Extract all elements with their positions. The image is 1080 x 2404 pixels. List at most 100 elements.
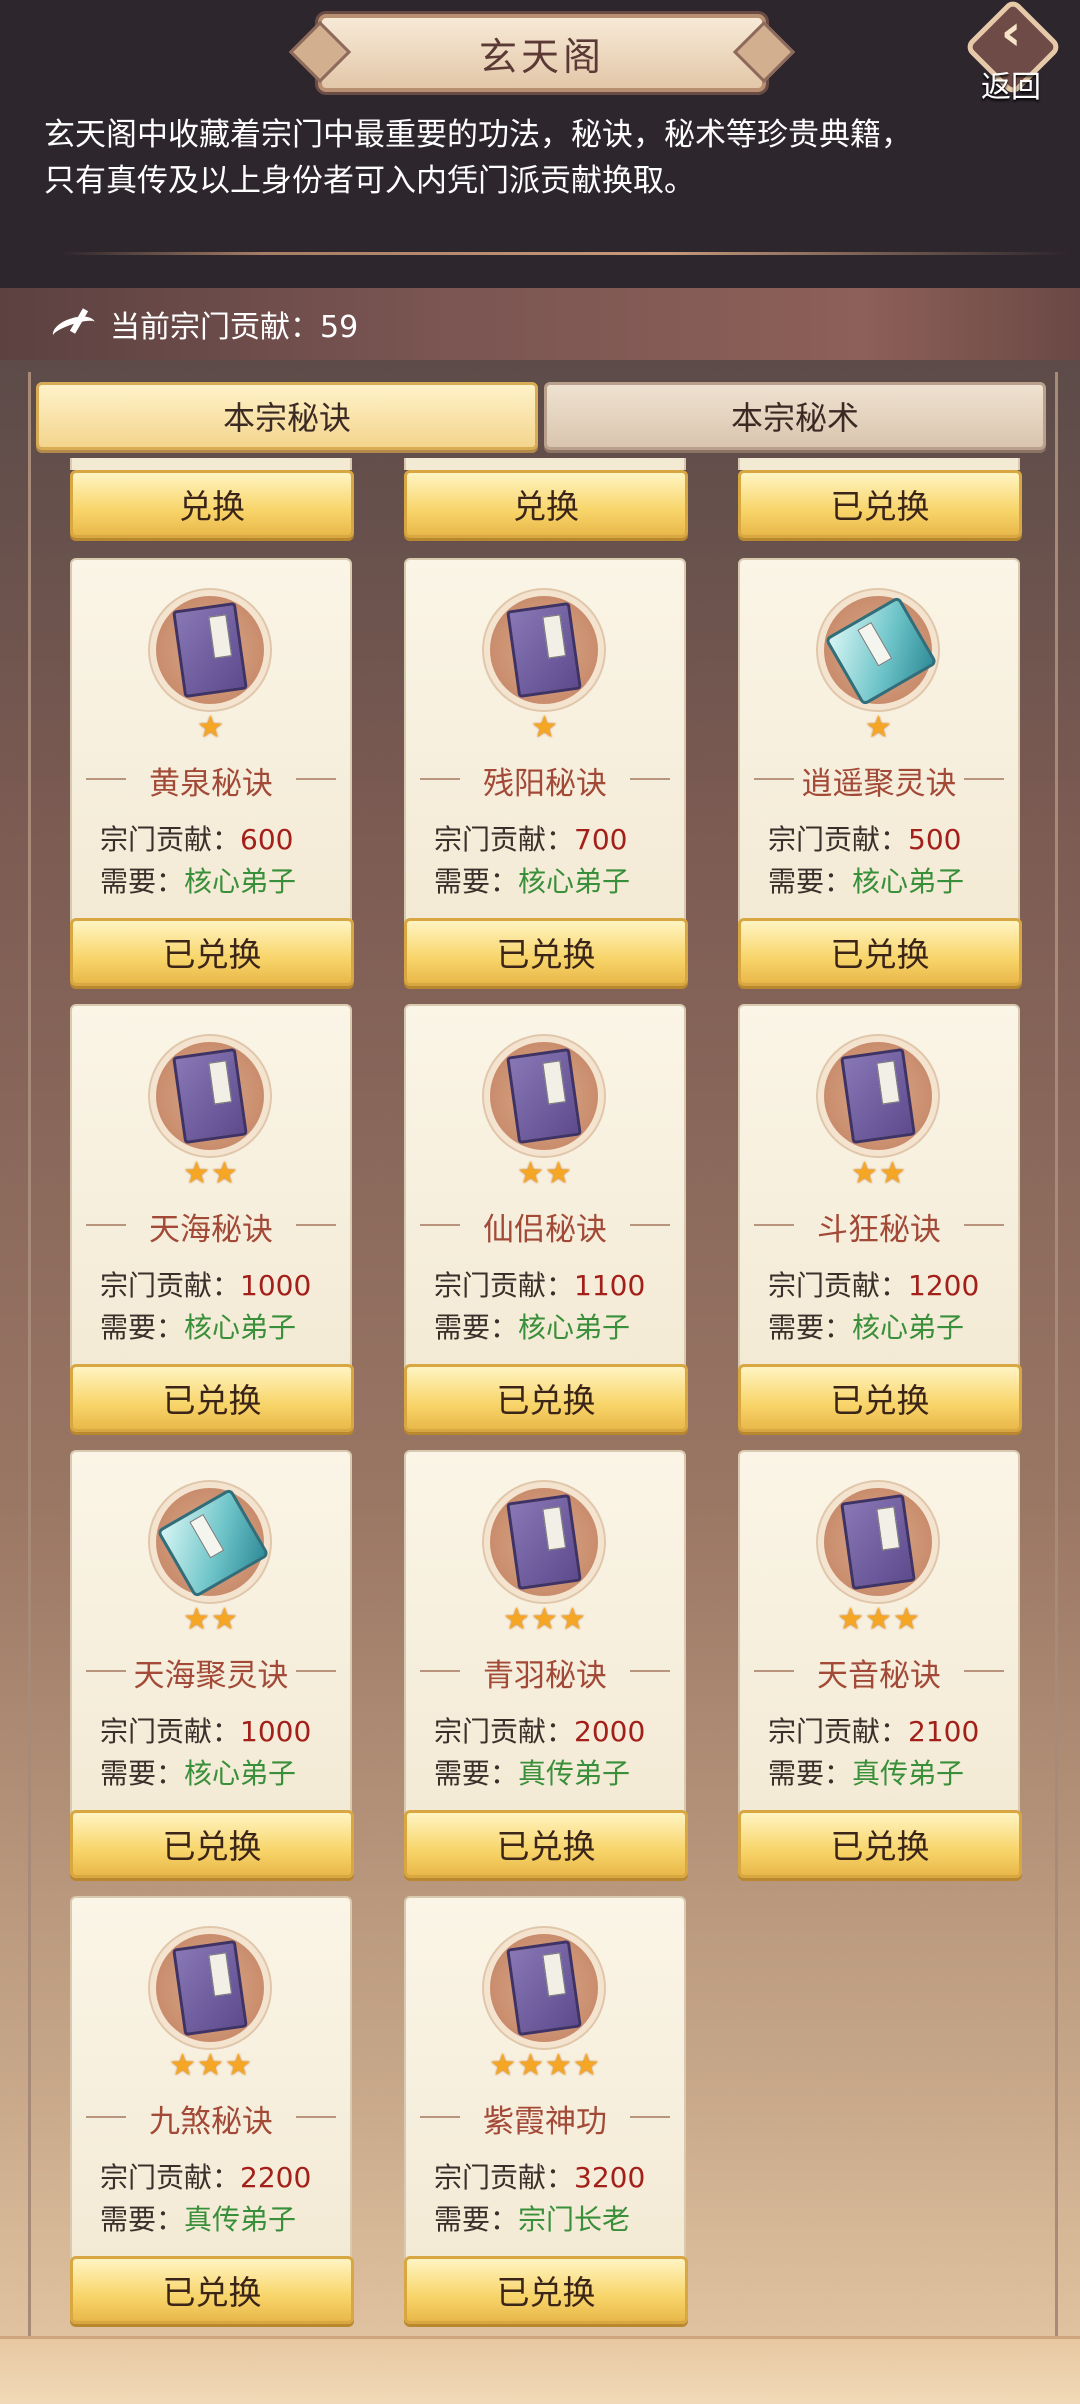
item-name: 九煞秘诀 (72, 2096, 350, 2141)
cost-label: 宗门贡献： (100, 2161, 241, 2194)
item-icon-frame (490, 1934, 598, 2042)
exchange-button[interactable]: 已兑换 (738, 1810, 1022, 1878)
item-icon-frame (156, 1934, 264, 2042)
book-icon (840, 1047, 916, 1145)
exchange-button[interactable]: 已兑换 (70, 1810, 354, 1878)
requirement-row: 需要：真传弟子 (100, 2198, 340, 2238)
item-card: ★★ 天海聚灵诀 宗门贡献：1000 需要：核心弟子 已兑换 (70, 1450, 354, 1878)
item-card: ★★ 仙侣秘诀 宗门贡献：1100 需要：核心弟子 已兑换 (404, 1004, 688, 1432)
book-icon (172, 1939, 248, 2037)
cost-row: 宗门贡献：2100 (768, 1710, 1008, 1750)
requirement-value: 宗门长老 (518, 2203, 631, 2236)
book-icon (172, 601, 248, 699)
cost-row: 宗门贡献：500 (768, 818, 1008, 858)
exchange-button[interactable]: 已兑换 (738, 1364, 1022, 1432)
cost-value: 600 (240, 823, 294, 856)
requirement-value: 核心弟子 (852, 865, 965, 898)
cost-label: 宗门贡献： (434, 1269, 575, 1302)
exchange-button[interactable]: 兑换 (70, 470, 354, 538)
cost-value: 1000 (240, 1269, 312, 1302)
item-icon-frame (490, 596, 598, 704)
requirement-label: 需要： (768, 1757, 853, 1790)
item-icon-frame (490, 1488, 598, 1596)
requirement-row: 需要：核心弟子 (768, 860, 1008, 900)
star-rating: ★★ (851, 1156, 907, 1191)
cost-row: 宗门贡献：3200 (434, 2156, 674, 2196)
cost-row: 宗门贡献：1200 (768, 1264, 1008, 1304)
cost-row: 宗门贡献：2200 (100, 2156, 340, 2196)
cost-row: 宗门贡献：1000 (100, 1710, 340, 1750)
exchange-button[interactable]: 已兑换 (404, 918, 688, 986)
requirement-value: 真传弟子 (518, 1757, 631, 1790)
requirement-label: 需要： (768, 865, 853, 898)
star-rating: ★ (865, 710, 893, 745)
cost-label: 宗门贡献： (434, 823, 575, 856)
cost-label: 宗门贡献： (434, 2161, 575, 2194)
cost-value: 2000 (574, 1715, 646, 1748)
book-icon (172, 1047, 248, 1145)
partial-card (738, 458, 1020, 470)
requirement-value: 核心弟子 (184, 865, 297, 898)
requirement-label: 需要： (434, 865, 519, 898)
partial-card (70, 458, 352, 470)
requirement-label: 需要： (434, 1757, 519, 1790)
book-icon (840, 1493, 916, 1591)
requirement-row: 需要：核心弟子 (434, 1306, 674, 1346)
exchange-button[interactable]: 已兑换 (70, 1364, 354, 1432)
back-label: 返回 (981, 70, 1041, 105)
item-name: 天海聚灵诀 (72, 1650, 350, 1695)
cost-row: 宗门贡献：700 (434, 818, 674, 858)
cost-label: 宗门贡献： (100, 1269, 241, 1302)
requirement-label: 需要： (100, 1311, 185, 1344)
cost-value: 1200 (908, 1269, 980, 1302)
item-name: 紫霞神功 (406, 2096, 684, 2141)
item-card: ★★★ 青羽秘诀 宗门贡献：2000 需要：真传弟子 已兑换 (404, 1450, 688, 1878)
item-name: 天音秘诀 (740, 1650, 1018, 1695)
requirement-row: 需要：核心弟子 (100, 860, 340, 900)
cost-label: 宗门贡献： (434, 1715, 575, 1748)
cost-value: 700 (574, 823, 628, 856)
item-name: 逍遥聚灵诀 (740, 758, 1018, 803)
item-icon-frame (824, 1042, 932, 1150)
exchange-button[interactable]: 已兑换 (404, 1364, 688, 1432)
requirement-row: 需要：真传弟子 (434, 1752, 674, 1792)
exchange-button[interactable]: 已兑换 (404, 1810, 688, 1878)
item-name: 残阳秘诀 (406, 758, 684, 803)
exchange-button[interactable]: 已兑换 (738, 470, 1022, 538)
requirement-label: 需要： (434, 1311, 519, 1344)
item-card: ★ 残阳秘诀 宗门贡献：700 需要：核心弟子 已兑换 (404, 558, 688, 986)
star-rating: ★★★ (503, 1602, 587, 1637)
star-rating: ★ (197, 710, 225, 745)
scroll-icon (824, 595, 938, 707)
exchange-button[interactable]: 已兑换 (70, 2256, 354, 2324)
star-rating: ★★★ (169, 2048, 253, 2083)
cost-value: 2200 (240, 2161, 312, 2194)
item-card: ★★ 天海秘诀 宗门贡献：1000 需要：核心弟子 已兑换 (70, 1004, 354, 1432)
requirement-value: 核心弟子 (852, 1311, 965, 1344)
scroll-icon (156, 1487, 270, 1599)
exchange-button[interactable]: 已兑换 (404, 2256, 688, 2324)
cost-row: 宗门贡献：2000 (434, 1710, 674, 1750)
item-icon-frame (824, 595, 938, 707)
book-icon (506, 1493, 582, 1591)
item-icon-frame (156, 1042, 264, 1150)
requirement-label: 需要： (768, 1311, 853, 1344)
requirement-row: 需要：核心弟子 (100, 1306, 340, 1346)
book-icon (506, 1939, 582, 2037)
exchange-button[interactable]: 兑换 (404, 470, 688, 538)
requirement-value: 真传弟子 (184, 2203, 297, 2236)
item-grid: 兑换 兑换 已兑换 ★ 黄泉秘诀 宗门贡献：600 需要：核心弟子 已兑换 ★ 残阳秘诀 宗门贡献：… (0, 0, 1080, 2401)
exchange-button[interactable]: 已兑换 (738, 918, 1022, 986)
requirement-row: 需要：核心弟子 (768, 1306, 1008, 1346)
item-icon-frame (156, 596, 264, 704)
requirement-row: 需要：宗门长老 (434, 2198, 674, 2238)
item-card: ★ 黄泉秘诀 宗门贡献：600 需要：核心弟子 已兑换 (70, 558, 354, 986)
book-icon (506, 601, 582, 699)
cost-row: 宗门贡献：1100 (434, 1264, 674, 1304)
cost-value: 1000 (240, 1715, 312, 1748)
star-rating: ★★★★ (489, 2048, 601, 2083)
star-rating: ★★★ (837, 1602, 921, 1637)
exchange-button[interactable]: 已兑换 (70, 918, 354, 986)
cost-row: 宗门贡献：1000 (100, 1264, 340, 1304)
item-card: ★★★ 九煞秘诀 宗门贡献：2200 需要：真传弟子 已兑换 (70, 1896, 354, 2324)
